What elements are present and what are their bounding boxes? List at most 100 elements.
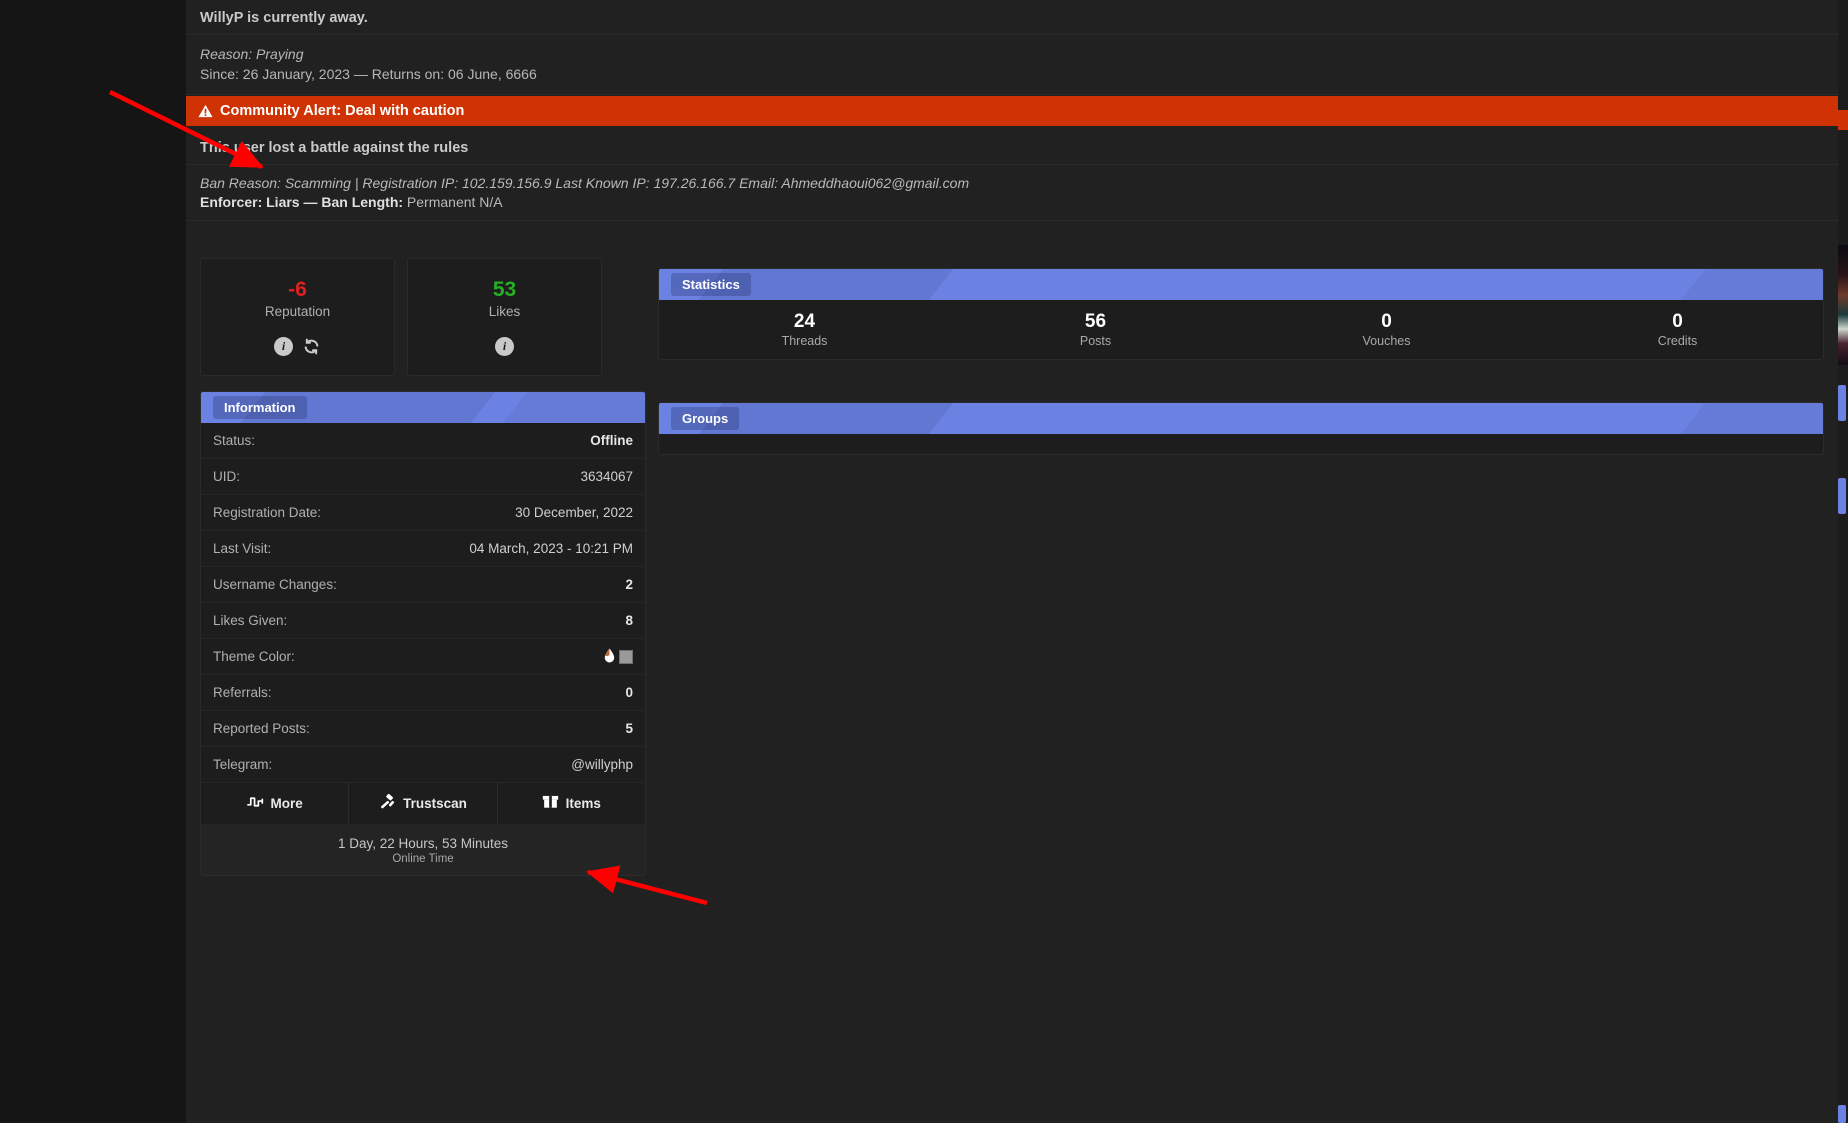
info-value: 3634067 — [580, 469, 633, 484]
likes-label: Likes — [488, 303, 521, 319]
info-key: Telegram: — [213, 757, 273, 772]
likes-card-actions: i — [495, 336, 514, 356]
minimap-image-marker — [1838, 245, 1848, 365]
minimap-panel-marker — [1838, 385, 1846, 421]
stat-threads: 24 Threads — [659, 311, 950, 348]
info-key: Registration Date: — [213, 505, 322, 520]
more-button-label: More — [270, 796, 303, 811]
information-panel: Information Status: Offline UID: 3634067… — [200, 391, 646, 876]
reputation-card: -6 Reputation i — [200, 258, 395, 376]
groups-panel: Groups — [658, 402, 1824, 455]
ban-length-value: Permanent N/A — [406, 194, 503, 210]
warning-triangle-icon — [198, 104, 213, 118]
online-time-value: 1 Day, 22 Hours, 53 Minutes — [337, 835, 509, 851]
info-key: Theme Color: — [213, 649, 295, 664]
info-icon[interactable]: i — [495, 336, 514, 356]
stat-label: Credits — [1657, 333, 1698, 348]
info-row-last-visit: Last Visit: 04 March, 2023 - 10:21 PM — [201, 531, 645, 567]
statistics-body: 24 Threads 56 Posts 0 Vouches 0 Credits — [659, 300, 1823, 359]
statistics-panel-title: Statistics — [671, 273, 751, 296]
ban-info-block: This user lost a battle against the rule… — [186, 134, 1838, 221]
ban-details: Ban Reason: Scamming | Registration IP: … — [200, 175, 970, 191]
reputation-card-actions: i — [274, 336, 321, 356]
stat-cards: -6 Reputation i 53 Likes i — [200, 258, 602, 376]
groups-body — [659, 434, 1823, 454]
groups-panel-title: Groups — [671, 407, 740, 430]
gavel-icon — [379, 793, 396, 813]
stat-vouches: 0 Vouches — [1241, 311, 1532, 348]
groups-panel-header: Groups — [659, 403, 1823, 434]
statistics-panel-header: Statistics — [659, 269, 1823, 300]
information-panel-title: Information — [213, 396, 307, 419]
information-panel-header: Information — [201, 392, 645, 423]
away-reason: Reason: Praying — [200, 46, 304, 62]
info-row-username-changes: Username Changes: 2 — [201, 567, 645, 603]
divider — [186, 94, 1838, 95]
items-button[interactable]: Items — [498, 783, 645, 824]
main-content: WillyP is currently away. Reason: Prayin… — [186, 0, 1838, 1123]
box-icon — [542, 795, 559, 812]
theme-color-value[interactable] — [604, 648, 633, 666]
info-row-telegram: Telegram: @willyphp — [201, 747, 645, 783]
away-notice: WillyP is currently away. Reason: Prayin… — [186, 0, 1838, 95]
divider — [186, 220, 1838, 221]
info-icon[interactable]: i — [274, 336, 293, 356]
ban-enforcer-line: Enforcer: Liars — Ban Length: Permanent … — [186, 191, 1838, 220]
stat-value: 56 — [1084, 311, 1107, 333]
minimap-alert-marker — [1838, 110, 1848, 130]
stat-value: 0 — [1672, 311, 1683, 333]
info-row-registration-date: Registration Date: 30 December, 2022 — [201, 495, 645, 531]
info-value: Offline — [590, 433, 633, 448]
enforcer-label: Enforcer: — [200, 194, 263, 210]
info-value[interactable]: @willyphp — [571, 757, 633, 772]
ban-length-label: Ban Length: — [321, 194, 404, 210]
info-row-theme-color: Theme Color: — [201, 639, 645, 675]
information-action-buttons: More Trustscan Items — [201, 783, 645, 825]
ban-separator: — — [303, 194, 318, 210]
community-alert-banner: Community Alert: Deal with caution — [186, 96, 1838, 126]
stat-value: 0 — [1381, 311, 1392, 333]
info-row-referrals: Referrals: 0 — [201, 675, 645, 711]
online-time-footer: 1 Day, 22 Hours, 53 Minutes Online Time — [201, 825, 645, 875]
info-key: Reported Posts: — [213, 721, 310, 736]
trustscan-button-label: Trustscan — [403, 796, 467, 811]
away-title: WillyP is currently away. — [200, 10, 368, 26]
profile-page: WillyP is currently away. Reason: Prayin… — [0, 0, 1848, 1123]
stat-label: Threads — [781, 333, 828, 348]
enforcer-value: Liars — [266, 194, 300, 210]
info-value: 30 December, 2022 — [515, 505, 633, 520]
reputation-value: -6 — [288, 278, 307, 302]
minimap-panel-marker — [1838, 1105, 1846, 1123]
info-key: Referrals: — [213, 685, 272, 700]
minimap-scrollbar[interactable] — [1838, 0, 1848, 1123]
info-value: 5 — [625, 721, 633, 736]
info-key: Last Visit: — [213, 541, 272, 556]
items-button-label: Items — [565, 796, 601, 811]
trustscan-button[interactable]: Trustscan — [349, 783, 498, 824]
more-button[interactable]: More — [201, 783, 350, 824]
droplet-icon — [604, 648, 615, 666]
left-gutter — [0, 0, 186, 1123]
info-value: 8 — [625, 613, 633, 628]
info-key: UID: — [213, 469, 240, 484]
stat-label: Posts — [1079, 333, 1112, 348]
ban-title: This user lost a battle against the rule… — [200, 140, 469, 156]
info-row-likes-given: Likes Given: 8 — [201, 603, 645, 639]
likes-card: 53 Likes i — [407, 258, 602, 376]
online-time-label: Online Time — [392, 852, 454, 865]
color-swatch — [619, 649, 633, 664]
stat-credits: 0 Credits — [1532, 311, 1823, 348]
minimap-panel-marker — [1838, 478, 1846, 514]
likes-value: 53 — [492, 278, 517, 302]
info-key: Username Changes: — [213, 577, 337, 592]
stat-value: 24 — [793, 311, 816, 333]
info-key: Likes Given: — [213, 613, 288, 628]
community-alert-text: Community Alert: Deal with caution — [220, 103, 465, 119]
stat-posts: 56 Posts — [950, 311, 1241, 348]
stat-label: Vouches — [1362, 333, 1411, 348]
pulse-wave-icon — [246, 795, 264, 812]
info-row-uid: UID: 3634067 — [201, 459, 645, 495]
refresh-icon[interactable] — [302, 337, 321, 356]
reputation-label: Reputation — [264, 303, 331, 319]
away-since: Since: 26 January, 2023 — Returns on: 06… — [200, 66, 537, 82]
